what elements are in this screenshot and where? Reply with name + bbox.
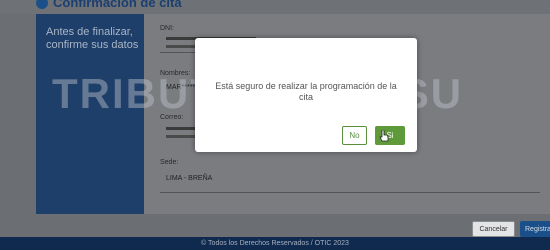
confirm-message: Está seguro de realizar la programación … xyxy=(215,81,397,102)
sede-label: Sede: xyxy=(160,159,179,166)
register-button[interactable]: Registrar xyxy=(520,221,550,237)
cancel-button[interactable]: Cancelar xyxy=(472,221,515,237)
footer: © Todos los Derechos Reservados / OTIC 2… xyxy=(0,237,550,250)
sede-field-underline xyxy=(160,192,540,193)
page-title: Confirmación de cita xyxy=(53,0,182,10)
header-title-wrap: Confirmación de cita xyxy=(36,0,182,10)
calendar-icon xyxy=(36,0,48,9)
page-header: Confirmación de cita xyxy=(0,0,550,14)
hand-cursor-icon xyxy=(379,130,389,142)
confirm-heading: Antes de finalizar, confirme sus datos xyxy=(46,26,139,51)
sede-value: LIMA - BREÑA xyxy=(166,175,213,182)
confirm-dialog: Está seguro de realizar la programación … xyxy=(195,38,417,152)
dni-label: DNI: xyxy=(160,25,174,32)
no-button[interactable]: No xyxy=(342,126,367,145)
